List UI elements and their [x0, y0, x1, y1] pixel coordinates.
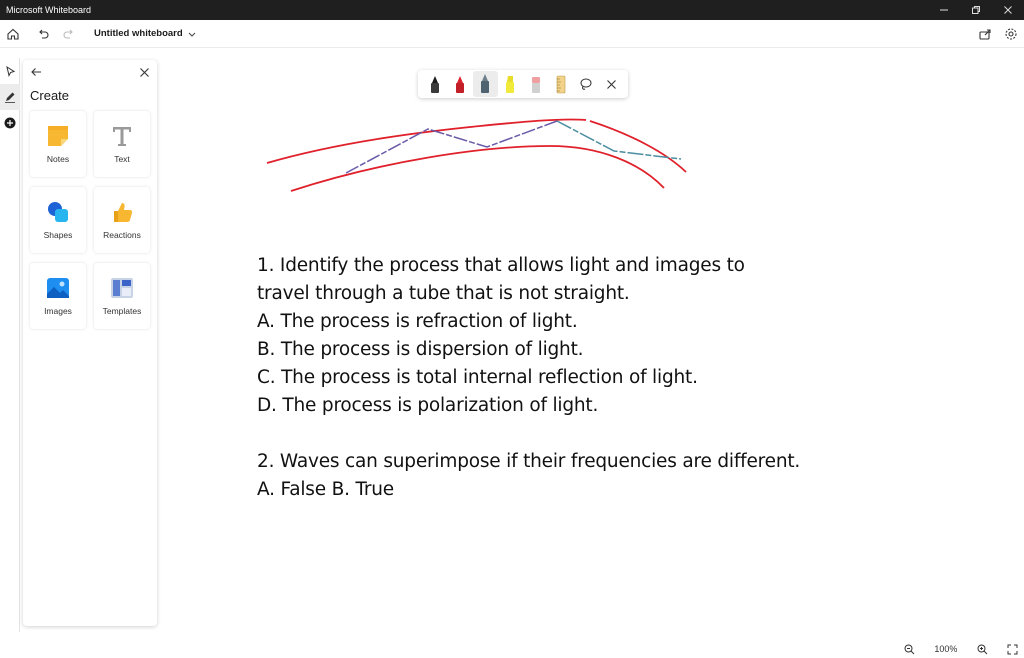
ink-line: B. The process is dispersion of light. [257, 339, 584, 360]
ink-line: 1. Identify the process that allows ligh… [257, 255, 745, 276]
ink-line: A. The process is refraction of light. [257, 311, 578, 332]
zoom-bar: 100% [898, 640, 1024, 658]
ink-text-block: 1. Identify the process that allows ligh… [257, 252, 877, 504]
ink-line: 2. Waves can superimpose if their freque… [257, 451, 801, 472]
zoom-in-button[interactable] [977, 644, 988, 655]
fit-to-screen-button[interactable] [1007, 644, 1018, 655]
ink-stroke-inner-bottom [290, 145, 665, 192]
zoom-in-icon [977, 644, 988, 654]
fit-screen-icon [1007, 644, 1018, 654]
zoom-out-icon [904, 644, 915, 654]
ink-stroke-outer-top [266, 118, 587, 164]
zoom-level[interactable]: 100% [934, 644, 957, 654]
zoom-out-button[interactable] [904, 644, 915, 655]
ink-line-gap [257, 420, 877, 448]
ink-line: D. The process is polarization of light. [257, 395, 599, 416]
ink-line: C. The process is total internal reflect… [257, 367, 698, 388]
ink-line: travel through a tube that is not straig… [257, 283, 630, 304]
ink-line: A. False B. True [257, 479, 394, 500]
